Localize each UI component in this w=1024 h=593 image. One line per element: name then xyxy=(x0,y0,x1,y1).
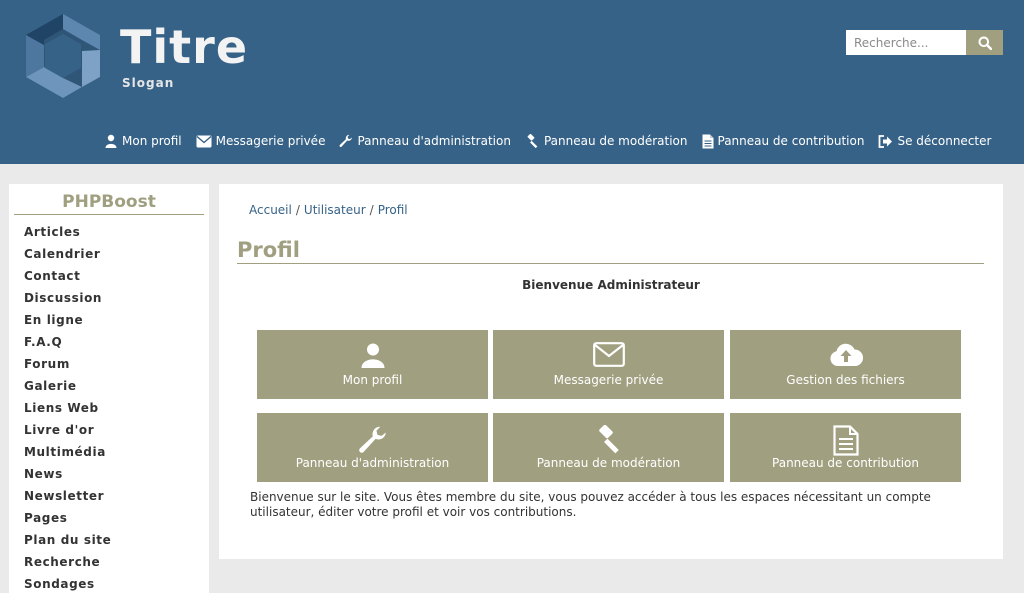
sidebar-item-newsletter[interactable]: Newsletter xyxy=(24,489,111,511)
gavel-icon xyxy=(598,425,619,454)
sidebar-item-livre-dor[interactable]: Livre d'or xyxy=(24,423,111,445)
sidebar-item-sondages[interactable]: Sondages xyxy=(24,577,111,593)
nav-se-deconnecter[interactable]: Se déconnecter xyxy=(878,134,991,148)
breadcrumb: Accueil / Utilisateur / Profil xyxy=(249,203,408,217)
breadcrumb-item-accueil[interactable]: Accueil xyxy=(249,203,292,217)
tile-label: Mon profil xyxy=(342,373,403,387)
breadcrumb-item-utilisateur[interactable]: Utilisateur xyxy=(304,203,366,217)
nav-mon-profil[interactable]: Mon profil xyxy=(104,134,182,148)
tile-label: Messagerie privée xyxy=(553,373,664,387)
wrench-icon xyxy=(358,426,386,453)
nav-label: Mon profil xyxy=(122,134,182,148)
search-button[interactable] xyxy=(966,30,1003,55)
sidebar-item-plan-du-site[interactable]: Plan du site xyxy=(24,533,111,555)
cloud-upload-icon xyxy=(829,343,863,366)
sidebar-item-en-ligne[interactable]: En ligne xyxy=(24,313,111,335)
site-title[interactable]: Titre xyxy=(120,20,248,74)
tile-panneau-administration[interactable]: Panneau d'administration xyxy=(257,413,488,482)
search-input[interactable] xyxy=(846,30,966,55)
nav-label: Se déconnecter xyxy=(897,134,992,148)
nav-panneau-contribution[interactable]: Panneau de contribution xyxy=(702,134,865,149)
nav-label: Panneau de modération xyxy=(543,134,688,148)
sidebar-menu: PHPBoost Articles Calendrier Contact Dis… xyxy=(9,184,209,593)
top-nav: Mon profil Messagerie privée Panneau d'a… xyxy=(104,130,1005,152)
envelope-icon xyxy=(592,342,625,367)
sidebar-item-faq[interactable]: F.A.Q xyxy=(24,335,111,357)
site-slogan: Slogan xyxy=(122,76,175,90)
sign-out-icon xyxy=(879,134,893,148)
wrench-icon xyxy=(340,134,353,147)
nav-panneau-administration[interactable]: Panneau d'administration xyxy=(339,134,511,148)
sidebar-title: PHPBoost xyxy=(14,192,204,215)
gavel-icon xyxy=(527,133,538,148)
sidebar-item-galerie[interactable]: Galerie xyxy=(24,379,111,401)
nav-label: Panneau de contribution xyxy=(717,134,865,148)
file-icon xyxy=(832,425,859,456)
tile-panneau-contribution[interactable]: Panneau de contribution xyxy=(730,413,961,482)
welcome-message: Bienvenue Administrateur xyxy=(522,278,700,292)
site-header: Titre Slogan Mon profil Messagerie privé… xyxy=(0,0,1024,164)
breadcrumb-separator: / xyxy=(369,203,374,217)
envelope-icon xyxy=(196,135,212,147)
sidebar-item-news[interactable]: News xyxy=(24,467,111,489)
search-icon xyxy=(978,36,992,50)
nav-messagerie-privee[interactable]: Messagerie privée xyxy=(196,134,326,148)
sidebar-item-calendrier[interactable]: Calendrier xyxy=(24,247,111,269)
profile-description: Bienvenue sur le site. Vous êtes membre … xyxy=(250,490,931,519)
search-form xyxy=(846,30,1003,55)
user-icon xyxy=(105,134,117,148)
tile-mon-profil[interactable]: Mon profil xyxy=(257,330,488,399)
tile-panneau-moderation[interactable]: Panneau de modération xyxy=(493,413,724,482)
site-logo-icon[interactable] xyxy=(22,10,104,102)
sidebar-item-contact[interactable]: Contact xyxy=(24,269,111,291)
sidebar-item-pages[interactable]: Pages xyxy=(24,511,111,533)
tile-label: Gestion des fichiers xyxy=(786,373,905,387)
nav-panneau-moderation[interactable]: Panneau de modération xyxy=(525,133,688,149)
tile-label: Panneau de modération xyxy=(536,456,681,470)
sidebar-item-discussion[interactable]: Discussion xyxy=(24,291,111,313)
sidebar-item-articles[interactable]: Articles xyxy=(24,225,111,247)
sidebar-item-recherche[interactable]: Recherche xyxy=(24,555,111,577)
tile-label: Panneau de contribution xyxy=(772,456,919,470)
breadcrumb-separator: / xyxy=(295,203,300,217)
sidebar-item-liens-web[interactable]: Liens Web xyxy=(24,401,111,423)
main-content: Accueil / Utilisateur / Profil Profil Bienve… xyxy=(219,184,1003,559)
tile-messagerie-privee[interactable]: Messagerie privée xyxy=(493,330,724,399)
breadcrumb-item-profil[interactable]: Profil xyxy=(378,203,408,217)
tile-gestion-des-fichiers[interactable]: Gestion des fichiers xyxy=(730,330,961,399)
sidebar-list: Articles Calendrier Contact Discussion E… xyxy=(24,225,111,593)
user-icon xyxy=(361,343,384,368)
file-icon xyxy=(702,134,713,148)
nav-label: Messagerie privée xyxy=(215,134,326,148)
tile-label: Panneau d'administration xyxy=(295,456,450,470)
sidebar-item-multimedia[interactable]: Multimédia xyxy=(24,445,111,467)
page-title: Profil xyxy=(237,238,984,264)
sidebar-item-forum[interactable]: Forum xyxy=(24,357,111,379)
nav-label: Panneau d'administration xyxy=(357,134,511,148)
